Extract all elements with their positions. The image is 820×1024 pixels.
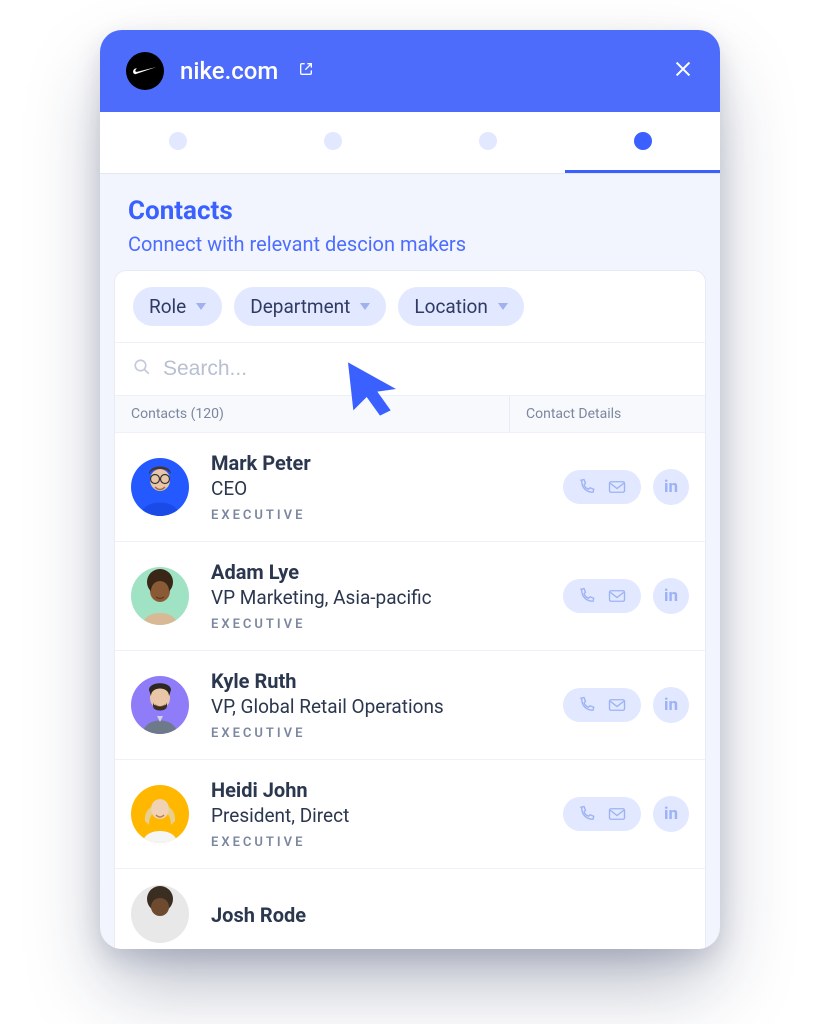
column-details: Contact Details: [510, 396, 705, 432]
email-icon: [607, 805, 627, 823]
filter-bar: Role Department Location: [115, 271, 705, 343]
phone-email-button[interactable]: [563, 688, 641, 722]
contact-info: Kyle Ruth VP, Global Retail Operations E…: [211, 669, 563, 741]
contact-actions: in: [563, 578, 689, 614]
contact-name: Heidi John: [211, 778, 563, 802]
contact-name: Josh Rode: [211, 903, 689, 927]
contact-tag: EXECUTIVE: [211, 726, 563, 741]
phone-email-button[interactable]: [563, 797, 641, 831]
contact-info: Heidi John President, Direct EXECUTIVE: [211, 778, 563, 850]
phone-icon: [577, 587, 597, 605]
phone-icon: [577, 478, 597, 496]
contact-actions: in: [563, 687, 689, 723]
linkedin-icon: in: [664, 695, 678, 715]
chevron-down-icon: [360, 303, 370, 311]
contact-info: Adam Lye VP Marketing, Asia-pacific EXEC…: [211, 560, 563, 632]
contact-row[interactable]: Mark Peter CEO EXECUTIVE in: [115, 433, 705, 542]
linkedin-button[interactable]: in: [653, 469, 689, 505]
chevron-down-icon: [196, 303, 206, 311]
contact-tag: EXECUTIVE: [211, 835, 563, 850]
contact-title: VP, Global Retail Operations: [211, 695, 563, 718]
filter-label: Location: [414, 295, 488, 318]
nike-swoosh-icon: [132, 64, 158, 78]
contact-actions: in: [563, 469, 689, 505]
open-external-icon[interactable]: [298, 61, 314, 81]
contact-row[interactable]: Adam Lye VP Marketing, Asia-pacific EXEC…: [115, 542, 705, 651]
avatar: [131, 567, 189, 625]
tab-dot-icon: [479, 132, 497, 150]
contact-name: Adam Lye: [211, 560, 563, 584]
page-title: Contacts: [128, 196, 692, 226]
search-icon: [133, 358, 151, 380]
tab-2[interactable]: [255, 112, 410, 173]
linkedin-button[interactable]: in: [653, 578, 689, 614]
close-button[interactable]: [672, 58, 694, 84]
tab-dot-icon: [324, 132, 342, 150]
email-icon: [607, 587, 627, 605]
tab-3[interactable]: [410, 112, 565, 173]
chevron-down-icon: [498, 303, 508, 311]
email-icon: [607, 478, 627, 496]
tab-bar: [100, 112, 720, 174]
linkedin-icon: in: [664, 477, 678, 497]
contacts-panel: nike.com Contacts Connect with relevant …: [100, 30, 720, 949]
tab-dot-icon: [634, 132, 652, 150]
filter-label: Role: [149, 295, 186, 318]
column-contacts: Contacts (120): [115, 396, 510, 432]
contact-name: Mark Peter: [211, 451, 563, 475]
avatar: [131, 785, 189, 843]
contact-row[interactable]: Josh Rode: [115, 869, 705, 949]
linkedin-icon: in: [664, 586, 678, 606]
domain-label: nike.com: [180, 57, 278, 85]
contact-title: CEO: [211, 477, 563, 500]
contact-info: Mark Peter CEO EXECUTIVE: [211, 451, 563, 523]
phone-icon: [577, 696, 597, 714]
tab-1[interactable]: [100, 112, 255, 173]
avatar: [131, 676, 189, 734]
linkedin-icon: in: [664, 804, 678, 824]
contact-name: Kyle Ruth: [211, 669, 563, 693]
avatar: [131, 458, 189, 516]
brand-logo: [126, 52, 164, 90]
page-subtitle: Connect with relevant descion makers: [128, 232, 692, 256]
linkedin-button[interactable]: in: [653, 687, 689, 723]
contact-info: Josh Rode: [211, 903, 689, 927]
filter-label: Department: [250, 295, 350, 318]
tab-dot-icon: [169, 132, 187, 150]
filter-role[interactable]: Role: [133, 287, 222, 326]
contacts-card: Role Department Location Contac: [114, 270, 706, 949]
search-row: [115, 343, 705, 395]
phone-email-button[interactable]: [563, 470, 641, 504]
column-headers: Contacts (120) Contact Details: [115, 395, 705, 433]
contact-tag: EXECUTIVE: [211, 508, 563, 523]
linkedin-button[interactable]: in: [653, 796, 689, 832]
filter-location[interactable]: Location: [398, 287, 524, 326]
phone-email-button[interactable]: [563, 579, 641, 613]
tab-4[interactable]: [565, 112, 720, 173]
contact-row[interactable]: Heidi John President, Direct EXECUTIVE i…: [115, 760, 705, 869]
contact-tag: EXECUTIVE: [211, 617, 563, 632]
phone-icon: [577, 805, 597, 823]
contact-title: VP Marketing, Asia-pacific: [211, 586, 563, 609]
contact-title: President, Direct: [211, 804, 563, 827]
contact-actions: in: [563, 796, 689, 832]
search-input[interactable]: [163, 357, 687, 381]
contact-row[interactable]: Kyle Ruth VP, Global Retail Operations E…: [115, 651, 705, 760]
avatar: [131, 885, 189, 943]
email-icon: [607, 696, 627, 714]
page-heading: Contacts Connect with relevant descion m…: [100, 174, 720, 270]
filter-department[interactable]: Department: [234, 287, 386, 326]
panel-header: nike.com: [100, 30, 720, 112]
